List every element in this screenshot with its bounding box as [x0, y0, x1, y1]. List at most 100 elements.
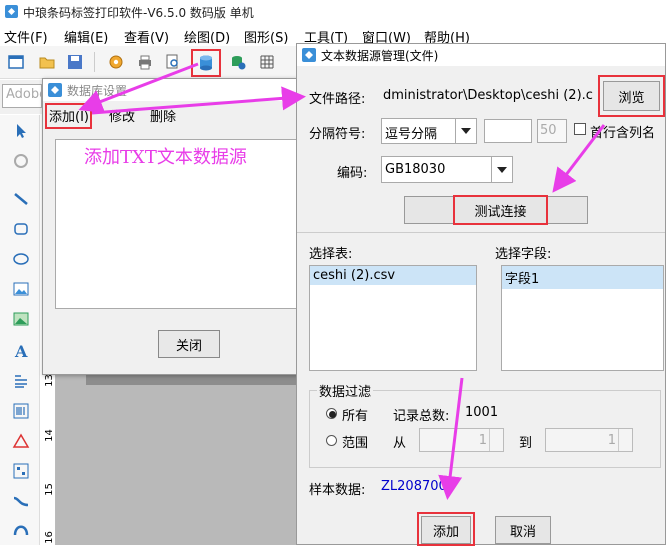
range-from-stepper[interactable]: 1	[419, 428, 504, 452]
filter-label: 数据过滤	[317, 381, 374, 400]
print-button[interactable]	[134, 51, 156, 73]
stepper-arrows-icon[interactable]	[489, 429, 503, 451]
dialog-title-bar: 文本数据源管理(文件)	[297, 44, 665, 66]
drawing-toolbar: A	[0, 115, 40, 545]
text-datasource-dialog: 文本数据源管理(文件) 文件路径: dministrator\Desktop\c…	[296, 43, 666, 546]
qrcode-icon	[13, 463, 29, 479]
multiline-text-tool[interactable]	[9, 369, 33, 393]
picture-tool[interactable]	[9, 307, 33, 331]
list-item[interactable]: ceshi (2).csv	[310, 266, 476, 285]
text-tool[interactable]: A	[9, 339, 33, 363]
first-row-checkbox[interactable]	[574, 123, 586, 135]
database-link-icon	[232, 56, 246, 70]
triangle-tool[interactable]	[9, 429, 33, 453]
encoding-select[interactable]: GB18030	[381, 156, 513, 183]
save-icon	[68, 55, 82, 69]
ellipse-icon	[13, 253, 29, 265]
sample-data-value: ZL208700	[381, 479, 447, 494]
triangle-icon	[12, 433, 30, 448]
annotation-text: 添加TXT文本数据源	[84, 147, 247, 168]
dialog-title: 文本数据源管理(文件)	[321, 49, 439, 63]
qrcode-tool[interactable]	[9, 459, 33, 483]
rotate-icon	[14, 154, 28, 168]
window-icon	[8, 55, 24, 69]
rectangle-tool[interactable]	[9, 217, 33, 241]
database-connect-button[interactable]	[227, 51, 249, 73]
folder-icon	[39, 57, 55, 69]
menu-draw[interactable]: 绘图(D)	[184, 27, 230, 46]
open-file-button[interactable]	[36, 51, 58, 73]
dialog-title-bar: 数据库设置	[43, 79, 297, 101]
list-item[interactable]: 字段1	[502, 266, 663, 289]
arc-tool[interactable]	[9, 517, 33, 541]
text-icon: A	[14, 342, 28, 360]
menu-shape[interactable]: 图形(S)	[244, 27, 288, 46]
ruler-mark: 13	[43, 374, 55, 387]
separator-label: 分隔符号:	[309, 127, 366, 142]
arc-icon	[13, 525, 29, 536]
filter-all-radio[interactable]	[326, 408, 337, 419]
font-name-field[interactable]: Adobe	[2, 84, 42, 108]
file-path-field[interactable]: dministrator\Desktop\ceshi (2).csv	[381, 85, 593, 109]
barcode-tool[interactable]	[9, 399, 33, 423]
separator-custom-field[interactable]	[484, 119, 532, 143]
range-from-value: 1	[478, 433, 487, 448]
svg-text:A: A	[14, 342, 28, 360]
filter-range-label: 范围	[342, 436, 369, 451]
app-title: 中琅条码标签打印软件-V6.5.0 数码版 单机	[23, 6, 254, 20]
gear-icon	[109, 55, 123, 69]
image-tool[interactable]	[9, 277, 33, 301]
first-row-label: 首行含列名	[590, 126, 656, 141]
separator-select[interactable]: 逗号分隔	[381, 118, 477, 144]
separator-value: 逗号分隔	[385, 127, 438, 142]
range-from-label: 从	[393, 436, 407, 451]
table-list[interactable]: ceshi (2).csv	[309, 265, 477, 371]
image-icon	[13, 282, 29, 296]
rotate-tool[interactable]	[9, 149, 33, 173]
app-logo-icon	[48, 83, 62, 97]
settings-button[interactable]	[105, 51, 127, 73]
landscape-icon	[13, 312, 29, 326]
range-to-value: 1	[607, 433, 616, 448]
design-canvas[interactable]	[56, 360, 300, 545]
database-settings-dialog: 数据库设置 添加(I) 修改 删除 关闭	[42, 78, 298, 375]
barcode-icon	[13, 403, 29, 419]
browse-button[interactable]: 浏览	[603, 81, 660, 111]
grid-button[interactable]	[256, 51, 278, 73]
curve-tool[interactable]	[9, 489, 33, 513]
range-to-stepper[interactable]: 1	[545, 428, 633, 452]
line-tool[interactable]	[9, 187, 33, 211]
separator-num-field[interactable]: 50	[537, 119, 567, 143]
rounded-rectangle-icon	[14, 223, 28, 235]
encoding-value: GB18030	[385, 162, 446, 177]
cancel-button[interactable]: 取消	[495, 516, 551, 544]
menu-view[interactable]: 查看(V)	[124, 27, 169, 46]
curve-icon	[13, 496, 29, 507]
menu-edit[interactable]: 编辑(E)	[64, 27, 108, 46]
ruler-mark: 15	[43, 483, 55, 496]
printer-icon	[139, 55, 151, 70]
add-button[interactable]: 添加	[421, 516, 471, 544]
file-path-label: 文件路径:	[309, 92, 366, 107]
grid-icon	[260, 55, 274, 69]
close-button[interactable]: 关闭	[158, 330, 220, 358]
database-icon	[200, 55, 212, 71]
save-button[interactable]	[64, 51, 86, 73]
db-modify-button[interactable]: 修改	[109, 106, 135, 125]
test-connection-label[interactable]: 测试连接	[453, 195, 548, 225]
print-preview-button[interactable]	[162, 51, 184, 73]
range-to-label: 到	[519, 436, 533, 451]
sample-data-label: 样本数据:	[309, 483, 366, 498]
select-tool[interactable]	[9, 119, 33, 143]
database-settings-button[interactable]	[191, 49, 221, 77]
db-add-button[interactable]: 添加(I)	[49, 106, 89, 125]
menu-file[interactable]: 文件(F)	[4, 27, 48, 46]
filter-range-radio[interactable]	[326, 435, 337, 446]
preview-icon	[166, 54, 178, 69]
new-file-button[interactable]	[5, 51, 27, 73]
paragraph-icon	[15, 375, 27, 388]
db-delete-button[interactable]: 删除	[150, 106, 176, 125]
stepper-arrows-icon[interactable]	[618, 429, 632, 451]
field-list[interactable]: 字段1	[501, 265, 664, 371]
ellipse-tool[interactable]	[9, 247, 33, 271]
